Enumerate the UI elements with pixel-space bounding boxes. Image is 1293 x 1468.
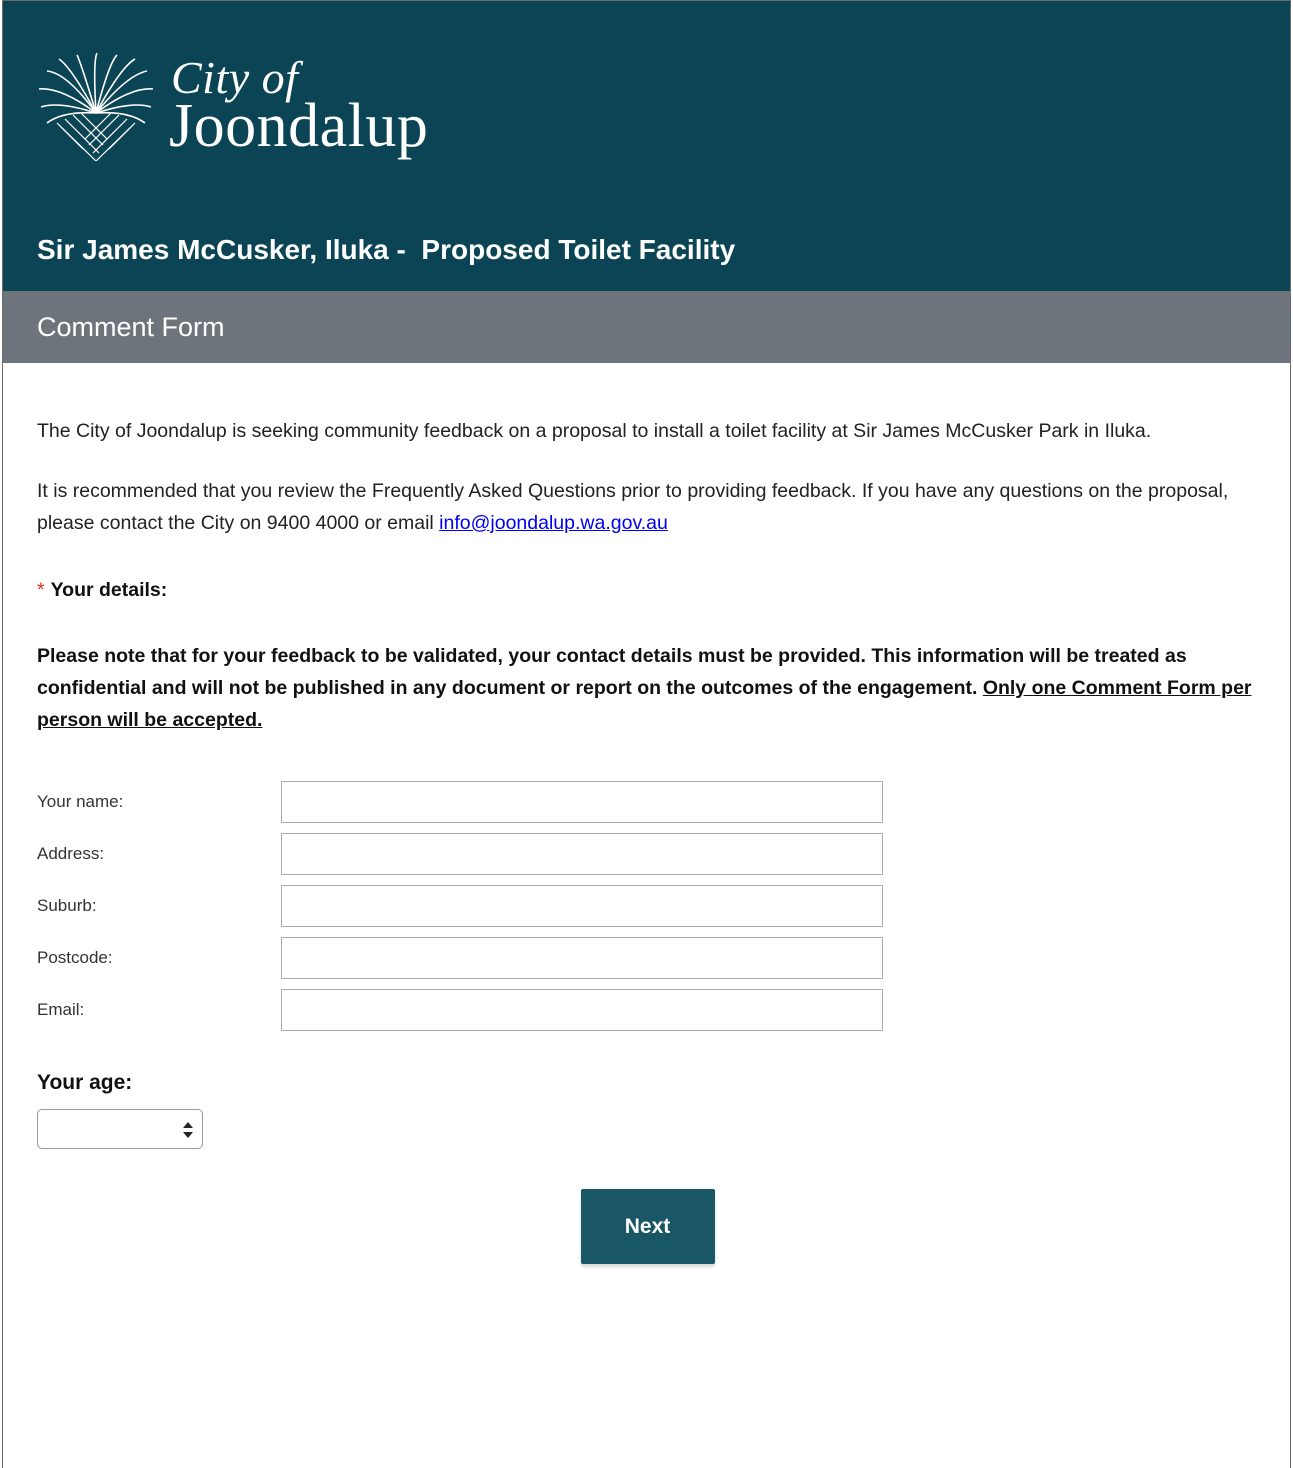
email-input[interactable] [281,989,883,1031]
postcode-row: Postcode: [37,932,1256,984]
required-marker: * [37,579,45,601]
actions: Next [37,1189,1256,1264]
form-title: Comment Form [37,311,225,342]
privacy-notice: Please note that for your feedback to be… [37,640,1256,736]
palm-fan-logo-icon [38,53,154,161]
your-details-heading: * Your details: [37,579,1256,602]
age-select[interactable] [37,1109,203,1149]
email-link[interactable]: info@joondalup.wa.gov.au [439,512,668,534]
form-content: The City of Joondalup is seeking communi… [3,415,1290,1264]
updown-arrows-icon [183,1122,193,1138]
page-title: Sir James McCusker, Iluka - Proposed Toi… [37,234,736,265]
address-row: Address: [37,828,1256,880]
intro-paragraph-2: It is recommended that you review the Fr… [37,475,1256,539]
suburb-row: Suburb: [37,880,1256,932]
contact-details-form: Your name: Address: Suburb: Postcode: Em… [37,776,1256,1036]
postcode-input[interactable] [281,937,883,979]
form-title-bar: Comment Form [3,291,1290,363]
your-details-label: Your details: [50,579,168,601]
email-row: Email: [37,984,1256,1036]
city-logo[interactable]: City of Joondalup [37,53,428,161]
name-row: Your name: [37,776,1256,828]
next-button[interactable]: Next [580,1189,715,1264]
address-input[interactable] [281,833,883,875]
suburb-input[interactable] [281,885,883,927]
logo-line-joondalup: Joondalup [169,92,429,160]
name-label: Your name: [37,792,124,811]
suburb-label: Suburb: [37,896,97,915]
site-header: City of Joondalup Sir James McCusker, Il… [3,1,1290,291]
address-label: Address: [37,844,105,863]
name-input[interactable] [281,781,883,823]
age-label: Your age: [37,1071,133,1094]
logo-wordmark: City of Joondalup [169,53,429,160]
email-label: Email: [37,1000,85,1019]
intro-paragraph-1: The City of Joondalup is seeking communi… [37,420,1152,442]
postcode-label: Postcode: [37,948,113,967]
page-frame: City of Joondalup Sir James McCusker, Il… [2,0,1291,1468]
